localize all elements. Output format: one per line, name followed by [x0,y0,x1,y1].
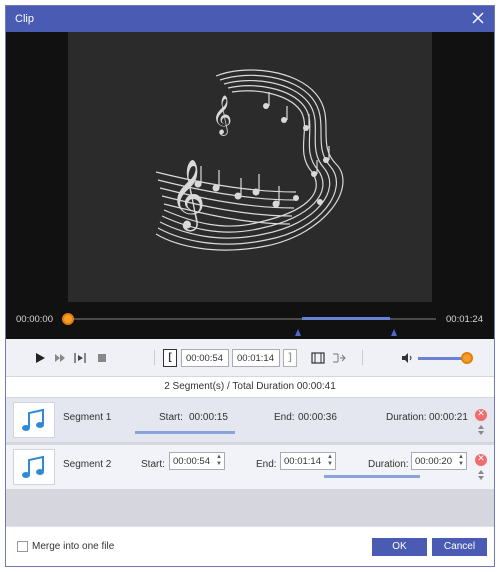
segment-name: Segment 2 [63,459,112,470]
cancel-button[interactable]: Cancel [432,538,487,556]
segment-start-value: 00:00:54 [173,456,210,467]
merge-label: Merge into one file [32,541,115,552]
set-start-button[interactable]: [ [163,349,177,367]
merge-checkbox[interactable] [17,541,28,552]
window-title: Clip [15,13,34,25]
svg-text:𝄞: 𝄞 [170,159,205,231]
segment-start-label: Start: [159,412,183,423]
split-icon[interactable] [332,351,346,365]
volume-slider[interactable] [418,357,466,360]
clip-dialog: Clip 𝄞 𝄞 00:00:00 00:01:24 [00:00:54 00… [5,5,495,567]
segment-duration-input[interactable]: 00:00:20 ▲ ▼ [411,452,467,470]
segment-list: Segment 1 Start: 00:00:15 End: 00:00:36 … [6,398,494,526]
preview-frame: 𝄞 𝄞 [68,32,432,302]
set-end-button[interactable]: ] [283,349,297,367]
spin-arrows-icon[interactable]: ▲ ▼ [216,454,222,468]
play-selection-icon[interactable] [73,351,87,365]
segment-duration-label: Duration: [368,459,409,470]
timeline-selection [302,317,390,320]
current-time: 00:00:00 [16,314,53,325]
segment-row[interactable]: Segment 1 Start: 00:00:15 End: 00:00:36 … [6,398,494,442]
film-icon[interactable] [311,351,325,365]
music-note-icon [22,455,44,478]
stop-icon[interactable] [95,351,109,365]
spin-arrows-icon[interactable]: ▲ ▼ [327,454,333,468]
segment-start-value: 00:00:15 [189,412,228,423]
timeline-track[interactable] [64,317,436,320]
total-time: 00:01:24 [446,314,483,325]
dialog-footer: Merge into one file OK Cancel [6,526,494,566]
ok-button[interactable]: OK [372,538,427,556]
delete-icon[interactable]: ✕ [475,453,487,466]
move-up-icon[interactable] [478,470,484,474]
next-frame-icon[interactable] [53,351,67,365]
play-icon[interactable] [33,351,47,365]
music-notes-artwork: 𝄞 𝄞 [155,69,344,251]
separator [154,350,155,365]
segment-row[interactable]: Segment 2 Start: 00:00:54 ▲ ▼ End: 00:01:… [6,445,494,489]
start-marker[interactable] [295,329,301,336]
segment-duration-value: 00:00:20 [415,456,452,467]
move-down-icon[interactable] [478,431,484,435]
separator [362,350,363,365]
segment-name: Segment 1 [63,412,112,423]
music-note-icon [22,408,44,431]
title-bar: Clip [6,6,494,32]
segment-summary: 2 Segment(s) / Total Duration 00:00:41 [6,377,494,398]
volume-icon[interactable] [400,351,414,365]
segment-range-bar [135,431,235,434]
move-up-icon[interactable] [478,425,484,429]
end-time-field[interactable]: 00:01:14 [232,349,280,367]
segment-duration-value: 00:00:21 [429,412,468,423]
volume-knob[interactable] [461,352,473,364]
close-icon[interactable] [470,10,486,26]
segment-range-bar [324,475,420,478]
spin-arrows-icon[interactable]: ▲ ▼ [458,454,464,468]
playhead-knob[interactable] [62,313,74,325]
segment-end-label: End: [256,459,277,470]
start-time-field[interactable]: 00:00:54 [181,349,229,367]
segment-thumbnail [13,449,55,485]
svg-text:𝄞: 𝄞 [212,95,232,136]
playback-controls: [ 00:00:54 00:01:14 ] [6,339,494,377]
segment-duration-label: Duration: [386,412,427,423]
segment-thumbnail [13,402,55,438]
segment-start-input[interactable]: 00:00:54 ▲ ▼ [169,452,225,470]
end-marker[interactable] [391,329,397,336]
segment-end-label: End: [274,412,295,423]
segment-end-value: 00:00:36 [298,412,337,423]
delete-icon[interactable]: ✕ [475,408,487,421]
segment-end-value: 00:01:14 [284,456,321,467]
segment-start-label: Start: [141,459,165,470]
video-preview: 𝄞 𝄞 00:00:00 00:01:24 [6,32,494,339]
move-down-icon[interactable] [478,476,484,480]
segment-end-input[interactable]: 00:01:14 ▲ ▼ [280,452,336,470]
